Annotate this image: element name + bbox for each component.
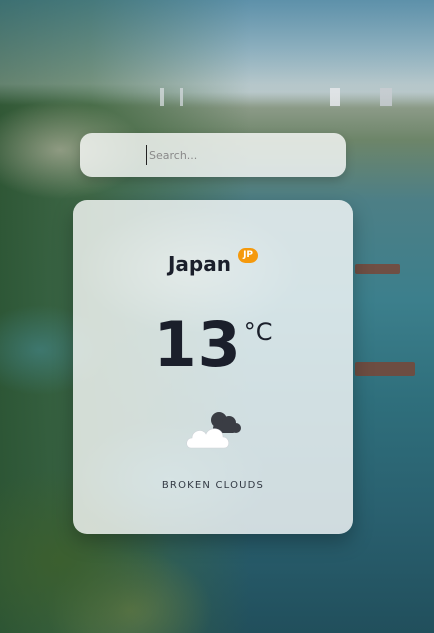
temperature-row: 13°C [73, 312, 353, 378]
background-photo: Japan JP 13°C BROKEN CLOUDS [0, 0, 434, 633]
location-row: Japan JP [73, 247, 353, 276]
weather-card: Japan JP 13°C BROKEN CLOUDS [73, 200, 353, 534]
pier [355, 264, 400, 274]
pier [355, 362, 415, 376]
search-input[interactable] [146, 145, 329, 165]
city-name: Japan [167, 252, 231, 276]
country-badge: JP [238, 247, 259, 263]
temperature-value: 13 [153, 308, 242, 381]
search-bar [80, 133, 346, 177]
broken-clouds-icon [186, 412, 241, 449]
temperature-unit: °C [243, 318, 273, 346]
city-skyline [150, 88, 410, 106]
weather-description: BROKEN CLOUDS [161, 480, 265, 491]
